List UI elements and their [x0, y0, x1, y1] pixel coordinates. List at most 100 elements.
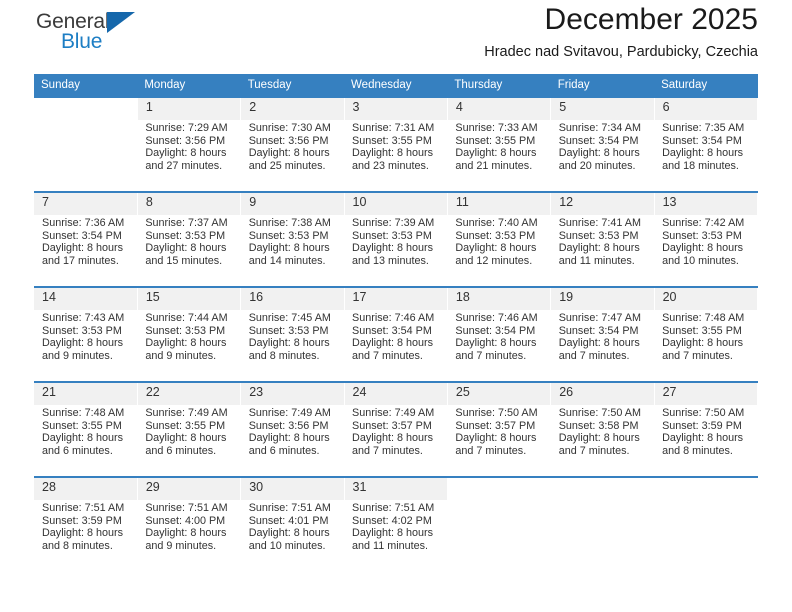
day-cell[interactable]: Sunrise: 7:42 AM Sunset: 3:53 PM Daylight:…: [654, 215, 758, 279]
day-cell[interactable]: Sunrise: 7:51 AM Sunset: 4:01 PM Daylight:…: [240, 500, 345, 564]
day-number[interactable]: 25: [447, 383, 552, 405]
sunrise-text: Sunrise: 7:45 AM: [248, 312, 331, 324]
sunset-text: Sunset: 3:54 PM: [42, 229, 122, 242]
daylight-text: Daylight: 8 hours: [42, 337, 124, 350]
day-number[interactable]: 2: [240, 98, 345, 120]
day-cell[interactable]: Sunrise: 7:47 AM Sunset: 3:54 PM Daylight:…: [550, 310, 655, 374]
day-number[interactable]: 27: [654, 383, 759, 405]
title-block: December 2025 Hradec nad Svitavou, Pardu…: [484, 0, 758, 64]
day-number[interactable]: 24: [344, 383, 448, 405]
sunset-text: Sunset: 3:55 PM: [352, 134, 432, 147]
day-number[interactable]: 20: [654, 288, 759, 310]
daylight-text: Daylight: 8 hours: [145, 337, 227, 350]
day-number[interactable]: 30: [240, 478, 345, 500]
day-number[interactable]: 21: [34, 383, 138, 405]
day-number[interactable]: 26: [550, 383, 655, 405]
weekday-header-wednesday: Wednesday: [344, 74, 448, 96]
daylight-text-cont: and 8 minutes.: [248, 349, 320, 362]
day-number[interactable]: 17: [344, 288, 448, 310]
day-cell[interactable]: Sunrise: 7:33 AM Sunset: 3:55 PM Daylight:…: [447, 120, 551, 184]
day-cell[interactable]: Sunrise: 7:51 AM Sunset: 4:00 PM Daylight:…: [137, 500, 241, 564]
day-cell[interactable]: Sunrise: 7:48 AM Sunset: 3:55 PM Daylight:…: [654, 310, 758, 374]
daylight-text-cont: and 7 minutes.: [558, 349, 630, 362]
daylight-text: Daylight: 8 hours: [248, 432, 330, 445]
daylight-text-cont: and 12 minutes.: [455, 254, 533, 267]
weekday-header-friday: Friday: [550, 74, 655, 96]
day-cell[interactable]: Sunrise: 7:51 AM Sunset: 3:59 PM Daylight:…: [34, 500, 138, 564]
day-number[interactable]: 1: [137, 98, 242, 120]
daylight-text-cont: and 10 minutes.: [248, 539, 326, 552]
daylight-text: Daylight: 8 hours: [455, 337, 537, 350]
day-number[interactable]: 19: [550, 288, 655, 310]
day-number[interactable]: 5: [550, 98, 655, 120]
day-cell[interactable]: Sunrise: 7:44 AM Sunset: 3:53 PM Daylight:…: [137, 310, 241, 374]
week-gap-cell: [34, 184, 758, 191]
day-number[interactable]: 7: [34, 193, 138, 215]
day-number[interactable]: 6: [654, 98, 759, 120]
daylight-text: Daylight: 8 hours: [558, 337, 640, 350]
day-cell[interactable]: Sunrise: 7:34 AM Sunset: 3:54 PM Daylight:…: [550, 120, 655, 184]
day-cell[interactable]: Sunrise: 7:46 AM Sunset: 3:54 PM Daylight:…: [447, 310, 551, 374]
sunrise-text: Sunrise: 7:34 AM: [558, 122, 641, 134]
day-cell[interactable]: Sunrise: 7:49 AM Sunset: 3:56 PM Daylight:…: [240, 405, 345, 469]
day-number[interactable]: 23: [240, 383, 345, 405]
sunrise-text: Sunrise: 7:33 AM: [455, 122, 538, 134]
sunrise-text: Sunrise: 7:35 AM: [662, 122, 745, 134]
day-cell[interactable]: Sunrise: 7:46 AM Sunset: 3:54 PM Daylight:…: [344, 310, 448, 374]
day-number[interactable]: 16: [240, 288, 345, 310]
daylight-text-cont: and 9 minutes.: [145, 349, 217, 362]
day-number[interactable]: 12: [550, 193, 655, 215]
daylight-text: Daylight: 8 hours: [42, 432, 124, 445]
day-number[interactable]: 8: [137, 193, 242, 215]
sunrise-text: Sunrise: 7:49 AM: [352, 407, 435, 419]
day-number[interactable]: 11: [447, 193, 552, 215]
day-number[interactable]: 13: [654, 193, 759, 215]
sunrise-text: Sunrise: 7:49 AM: [248, 407, 331, 419]
day-cell[interactable]: Sunrise: 7:50 AM Sunset: 3:57 PM Daylight:…: [447, 405, 551, 469]
daylight-text: Daylight: 8 hours: [558, 432, 640, 445]
sunset-text: Sunset: 3:53 PM: [662, 229, 742, 242]
day-number[interactable]: 28: [34, 478, 138, 500]
sunset-text: Sunset: 3:53 PM: [248, 229, 329, 242]
day-cell[interactable]: Sunrise: 7:50 AM Sunset: 3:59 PM Daylight:…: [654, 405, 758, 469]
daylight-text-cont: and 18 minutes.: [662, 159, 739, 172]
day-cell[interactable]: Sunrise: 7:51 AM Sunset: 4:02 PM Daylight:…: [344, 500, 448, 564]
day-cell[interactable]: Sunrise: 7:38 AM Sunset: 3:53 PM Daylight:…: [240, 215, 345, 279]
day-number-row: 21 22 23 24 25 26 27: [34, 383, 759, 405]
day-number[interactable]: 9: [240, 193, 345, 215]
week-gap: [34, 279, 758, 286]
day-cell[interactable]: Sunrise: 7:48 AM Sunset: 3:55 PM Daylight:…: [34, 405, 138, 469]
day-cell-empty: [34, 120, 138, 184]
sunrise-text: Sunrise: 7:48 AM: [42, 407, 125, 419]
daylight-text-cont: and 11 minutes.: [558, 254, 635, 267]
day-cell[interactable]: Sunrise: 7:49 AM Sunset: 3:55 PM Daylight:…: [137, 405, 241, 469]
day-number[interactable]: 15: [137, 288, 242, 310]
brand-logo[interactable]: General Blue: [34, 8, 184, 64]
daylight-text-cont: and 9 minutes.: [42, 349, 113, 362]
day-cell[interactable]: Sunrise: 7:49 AM Sunset: 3:57 PM Daylight:…: [344, 405, 448, 469]
day-cell[interactable]: Sunrise: 7:50 AM Sunset: 3:58 PM Daylight:…: [550, 405, 655, 469]
day-cell[interactable]: Sunrise: 7:35 AM Sunset: 3:54 PM Daylight:…: [654, 120, 758, 184]
day-number[interactable]: 14: [34, 288, 138, 310]
day-number[interactable]: 29: [137, 478, 242, 500]
day-cell[interactable]: Sunrise: 7:43 AM Sunset: 3:53 PM Daylight:…: [34, 310, 138, 374]
day-cell[interactable]: Sunrise: 7:41 AM Sunset: 3:53 PM Daylight:…: [550, 215, 655, 279]
day-cell[interactable]: Sunrise: 7:37 AM Sunset: 3:53 PM Daylight:…: [137, 215, 241, 279]
day-cell[interactable]: Sunrise: 7:39 AM Sunset: 3:53 PM Daylight:…: [344, 215, 448, 279]
day-cell[interactable]: Sunrise: 7:29 AM Sunset: 3:56 PM Daylight:…: [137, 120, 241, 184]
day-number[interactable]: 18: [447, 288, 552, 310]
day-number[interactable]: 22: [137, 383, 242, 405]
day-number[interactable]: 31: [344, 478, 448, 500]
day-cell[interactable]: Sunrise: 7:45 AM Sunset: 3:53 PM Daylight:…: [240, 310, 345, 374]
day-number[interactable]: 3: [344, 98, 448, 120]
day-cell[interactable]: Sunrise: 7:36 AM Sunset: 3:54 PM Daylight:…: [34, 215, 138, 279]
sunset-text: Sunset: 3:57 PM: [455, 419, 536, 432]
day-cell[interactable]: Sunrise: 7:40 AM Sunset: 3:53 PM Daylight:…: [447, 215, 551, 279]
day-number[interactable]: 4: [447, 98, 552, 120]
daylight-text-cont: and 7 minutes.: [455, 349, 527, 362]
day-number[interactable]: 10: [344, 193, 448, 215]
day-detail-row: Sunrise: 7:43 AM Sunset: 3:53 PM Daylight:…: [34, 310, 758, 374]
day-cell[interactable]: Sunrise: 7:31 AM Sunset: 3:55 PM Daylight:…: [344, 120, 448, 184]
weekday-header-sunday: Sunday: [34, 74, 138, 96]
day-cell[interactable]: Sunrise: 7:30 AM Sunset: 3:56 PM Daylight:…: [240, 120, 345, 184]
